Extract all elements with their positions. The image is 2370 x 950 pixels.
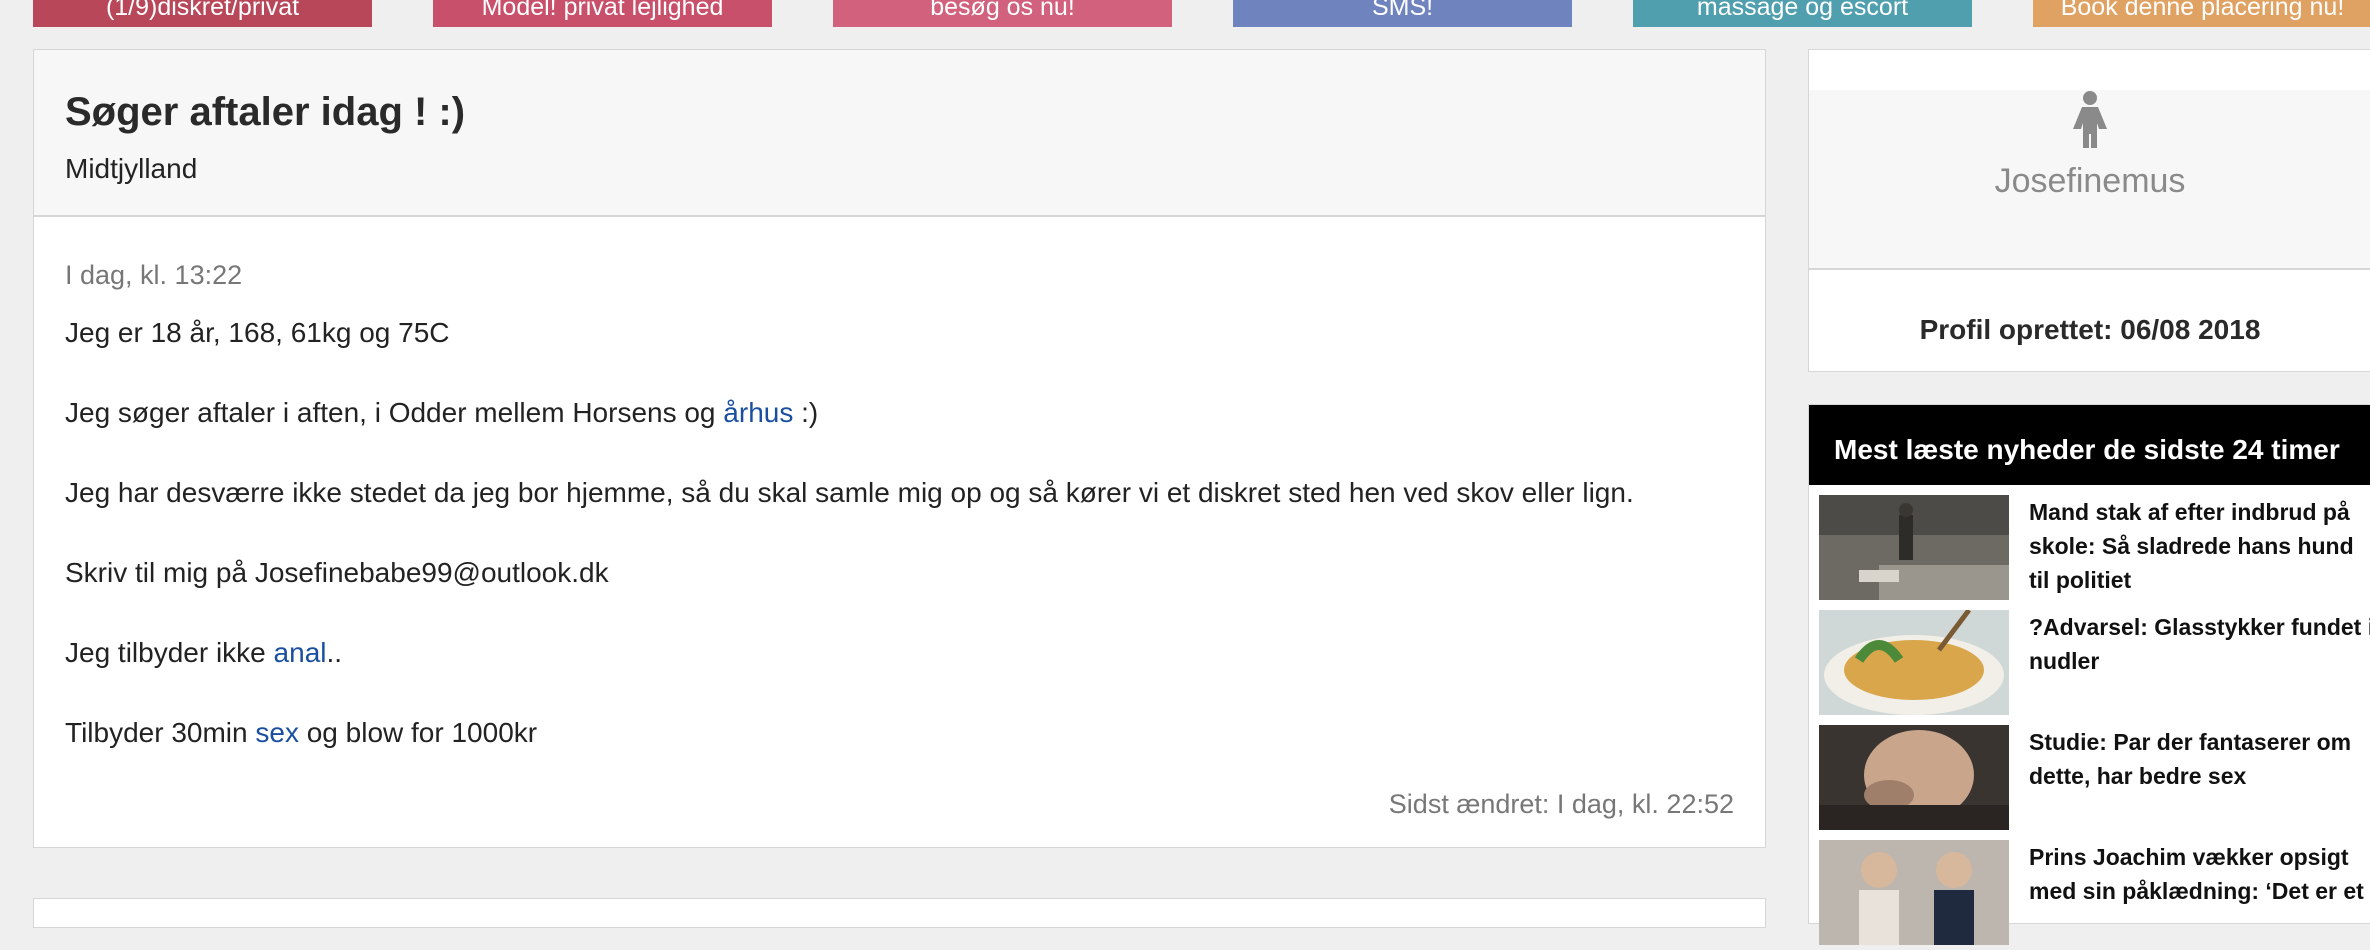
next-ad-card <box>33 898 1766 928</box>
news-item[interactable]: ?Advarsel: Glasstykker fundet i nudler <box>1819 610 2370 720</box>
news-item[interactable]: Studie: Par der fantaserer om dette, har… <box>1819 725 2370 835</box>
ad-description: Jeg er 18 år, 168, 61kg og 75C Jeg søger… <box>65 316 1734 750</box>
ad-header: Søger aftaler idag ! :) Midtjylland <box>34 50 1765 217</box>
news-item[interactable]: Prins Joachim vækker opsigt med sin påkl… <box>1819 840 2370 950</box>
banner-strip: (1/9)diskret/privat Model! privat lejlig… <box>0 0 2370 27</box>
ad-title: Søger aftaler idag ! :) <box>65 90 466 134</box>
banner-ad-1[interactable]: (1/9)diskret/privat <box>33 0 372 27</box>
ad-line-3: Jeg har desværre ikke stedet da jeg bor … <box>65 477 1634 508</box>
news-box: Mest læste nyheder de sidste 24 timer Ma… <box>1808 404 2370 945</box>
ad-line-2: Jeg søger aftaler i aften, i Odder melle… <box>65 396 1734 430</box>
news-item[interactable]: Mand stak af efter indbrud på skole: Så … <box>1819 495 2370 605</box>
banner-label: Model! privat lejlighed <box>481 0 724 21</box>
news-thumbnail <box>1819 610 2009 715</box>
ad-text-span: :) <box>793 397 819 428</box>
profile-card: Josefinemus Profil oprettet: 06/08 2018 <box>1808 49 2370 372</box>
ad-text-span: og blow for 1000kr <box>298 717 538 748</box>
link-anal[interactable]: anal <box>274 637 327 668</box>
ad-line-6: Tilbyder 30min sex og blow for 1000kr <box>65 716 1734 750</box>
news-thumbnail <box>1819 725 2009 830</box>
banner-label: massage og escort <box>1696 0 1909 21</box>
banner-ad-5[interactable]: massage og escort <box>1633 0 1972 27</box>
ad-modified-date: Sidst ændret: I dag, kl. 22:52 <box>1388 789 1734 819</box>
ad-line-5: Jeg tilbyder ikke anal.. <box>65 636 1734 670</box>
banner-ad-6[interactable]: Book denne placering nu! <box>2033 0 2370 27</box>
banner-label: besøg os nu! <box>930 0 1075 21</box>
news-heading: Mest læste nyheder de sidste 24 timer <box>1809 405 2370 485</box>
news-title[interactable]: Studie: Par der fantaserer om dette, har… <box>2029 725 2370 793</box>
news-title[interactable]: ?Advarsel: Glasstykker fundet i nudler <box>2029 610 2370 678</box>
ad-text-span: Jeg tilbyder ikke <box>65 637 274 668</box>
banner-ad-2[interactable]: Model! privat lejlighed <box>433 0 772 27</box>
ad-body: I dag, kl. 13:22 Jeg er 18 år, 168, 61kg… <box>34 217 1765 847</box>
news-title[interactable]: Mand stak af efter indbrud på skole: Så … <box>2029 495 2370 597</box>
ad-text-span: Tilbyder 30min <box>65 717 256 748</box>
banner-ad-3[interactable]: besøg os nu! <box>833 0 1172 27</box>
profile-created-date: Profil oprettet: 06/08 2018 <box>1919 314 2261 345</box>
banner-label: SMS! <box>1371 0 1434 21</box>
news-thumbnail <box>1819 495 2009 600</box>
banner-label: Book denne placering nu! <box>2060 0 2345 21</box>
ad-card: Søger aftaler idag ! :) Midtjylland I da… <box>33 49 1766 848</box>
banner-ad-4[interactable]: SMS! <box>1233 0 1572 27</box>
news-thumbnail <box>1819 840 2009 945</box>
profile-username[interactable]: Josefinemus <box>1809 162 2370 201</box>
ad-line-1: Jeg er 18 år, 168, 61kg og 75C <box>65 317 450 348</box>
ad-text-span: .. <box>326 637 343 668</box>
female-person-icon <box>2073 91 2107 148</box>
news-title[interactable]: Prins Joachim vækker opsigt med sin påkl… <box>2029 840 2370 908</box>
banner-label: (1/9)diskret/privat <box>105 0 300 21</box>
profile-header: Josefinemus <box>1809 90 2370 270</box>
link-sex[interactable]: sex <box>255 717 299 748</box>
ad-posted-date: I dag, kl. 13:22 <box>65 260 243 290</box>
link-aarhus[interactable]: århus <box>723 397 793 428</box>
ad-region: Midtjylland <box>65 153 198 184</box>
ad-line-4: Skriv til mig på Josefinebabe99@outlook.… <box>65 557 609 588</box>
ad-text-span: Jeg søger aftaler i aften, i Odder melle… <box>65 397 724 428</box>
